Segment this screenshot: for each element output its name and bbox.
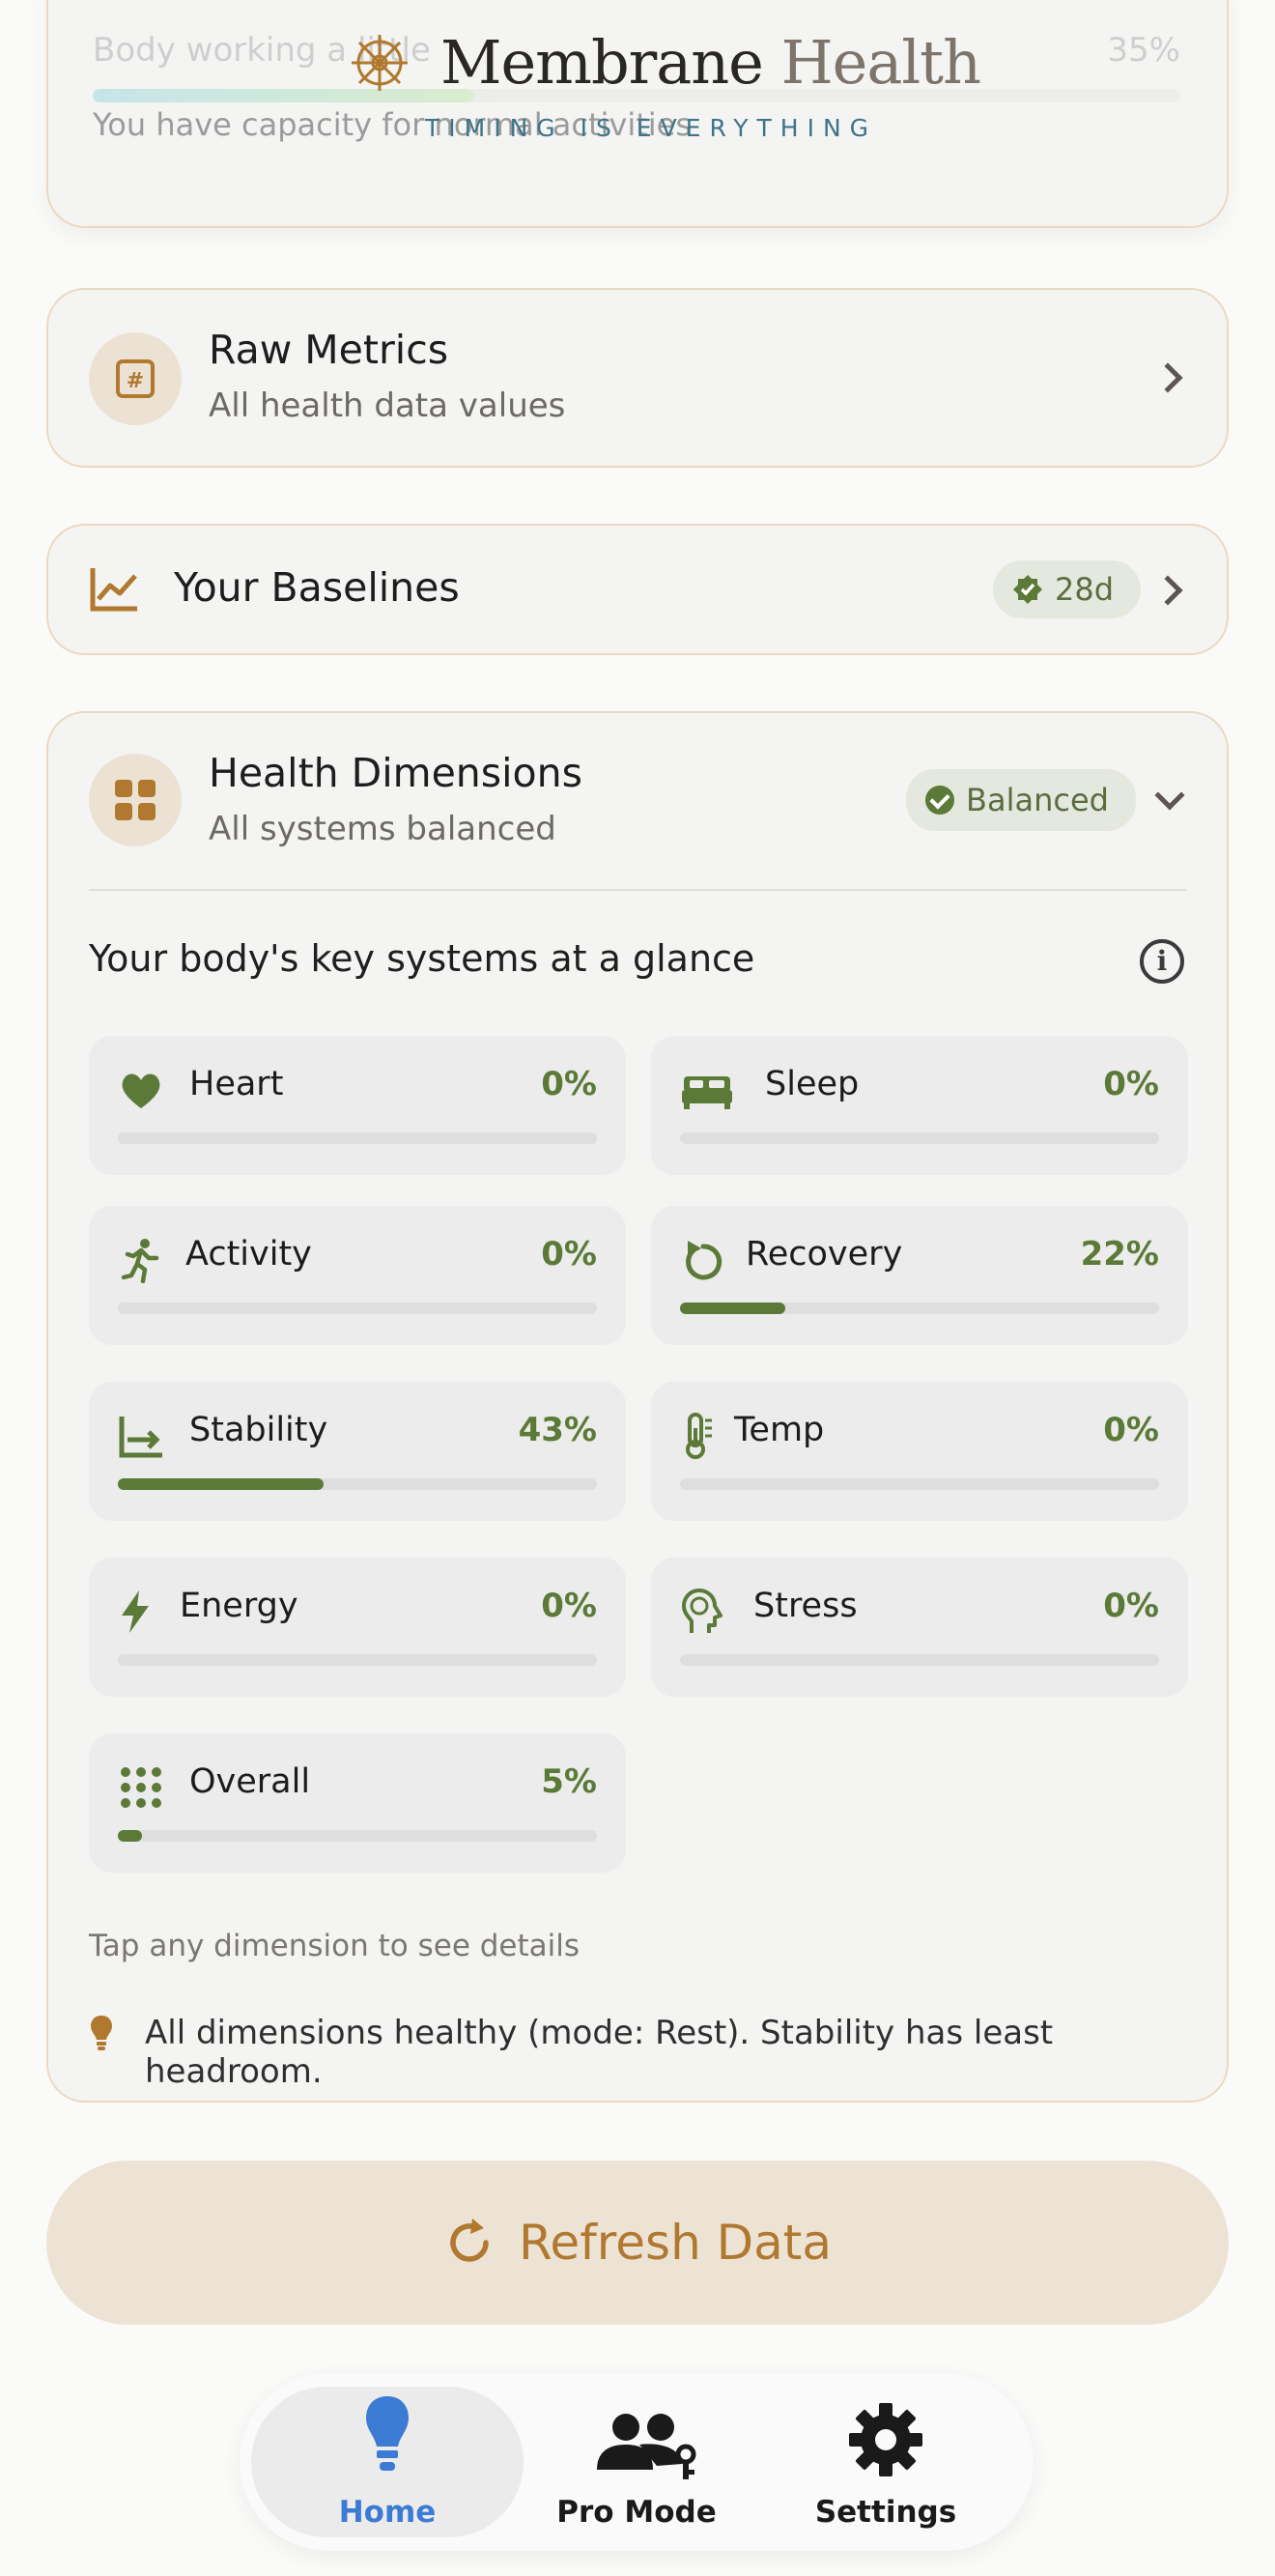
brand-name-main: Membrane <box>440 27 764 98</box>
health-dimensions-card: Health Dimensions All systems balanced B… <box>46 711 1229 2103</box>
dimension-value: 0% <box>1103 1065 1159 1103</box>
dimension-value: 0% <box>1103 1587 1159 1625</box>
chevron-right-icon <box>1152 362 1183 393</box>
dimension-tile-heart[interactable]: Heart 0% <box>89 1036 626 1175</box>
stability-icon <box>119 1417 162 1458</box>
dimension-label: Overall <box>189 1762 311 1801</box>
dimension-progress <box>118 1132 597 1144</box>
dimension-tile-overall[interactable]: Overall 5% <box>89 1733 626 1873</box>
brand-tagline: TIMING IS EVERYTHING <box>425 114 878 142</box>
gear-icon <box>849 2403 922 2476</box>
dimension-tile-recovery[interactable]: Recovery 22% <box>651 1206 1188 1345</box>
dimension-label: Sleep <box>765 1065 860 1103</box>
dimension-progress <box>118 1654 597 1666</box>
dimension-value: 0% <box>541 1065 597 1103</box>
brain-head-icon <box>682 1589 722 1633</box>
heart-icon <box>122 1073 160 1108</box>
grid-dots-icon <box>121 1767 161 1808</box>
dimension-progress <box>680 1132 1159 1144</box>
dimension-tile-stability[interactable]: Stability 43% <box>89 1382 626 1521</box>
dimension-value: 22% <box>1080 1235 1159 1274</box>
dimension-progress <box>118 1830 597 1842</box>
dimension-progress-fill <box>680 1302 786 1314</box>
dimension-tile-temp[interactable]: Temp 0% <box>651 1382 1188 1521</box>
dimension-label: Heart <box>189 1065 284 1103</box>
nav-label: Settings <box>814 2495 957 2530</box>
dimension-value: 5% <box>541 1762 597 1801</box>
dimension-label: Recovery <box>746 1235 903 1274</box>
dimensions-status-badge: Balanced <box>906 769 1136 831</box>
dimensions-status-label: Balanced <box>966 782 1109 818</box>
chevron-down-icon[interactable] <box>1154 780 1185 811</box>
brand-name: Membrane Health <box>440 27 981 98</box>
thermometer-icon <box>686 1413 712 1459</box>
running-icon <box>121 1239 159 1283</box>
lightning-icon <box>122 1590 149 1633</box>
dimensions-icon-circle <box>89 754 182 846</box>
raw-metrics-subtitle: All health data values <box>209 386 566 425</box>
section-divider <box>89 889 1186 891</box>
svg-text:#: # <box>127 369 144 393</box>
refresh-data-button[interactable]: Refresh Data <box>46 2161 1229 2325</box>
dimensions-tip: All dimensions healthy (mode: Rest). Sta… <box>145 2014 1054 2091</box>
raw-metrics-icon-circle: # <box>89 332 182 425</box>
dimension-label: Temp <box>734 1411 825 1449</box>
trend-chart-icon <box>90 568 137 612</box>
baselines-badge: 28d <box>993 560 1142 618</box>
brand-header: Membrane Health <box>348 27 981 98</box>
dimension-progress <box>118 1302 597 1314</box>
nav-pro-mode[interactable]: Pro Mode <box>500 2387 773 2537</box>
dimension-progress <box>680 1478 1159 1490</box>
dimension-value: 0% <box>541 1235 597 1274</box>
bottom-nav: Home Pro Mode Settings <box>240 2373 1034 2551</box>
dimension-progress <box>118 1478 597 1490</box>
dimension-label: Energy <box>180 1587 298 1625</box>
lightbulb-icon <box>91 2016 112 2050</box>
info-icon[interactable]: i <box>1140 939 1184 984</box>
dimension-label: Stress <box>753 1587 858 1625</box>
rotate-icon <box>686 1241 722 1280</box>
refresh-icon <box>450 2218 489 2262</box>
grid-icon <box>115 780 156 820</box>
refresh-label: Refresh Data <box>518 2215 833 2271</box>
dimensions-subtitle: All systems balanced <box>209 810 556 848</box>
bulb-icon <box>366 2396 409 2471</box>
raw-metrics-card[interactable]: # Raw Metrics All health data values <box>46 288 1229 468</box>
baselines-title: Your Baselines <box>174 564 460 611</box>
dimension-progress-fill <box>118 1830 142 1842</box>
dimension-value: 0% <box>1103 1411 1159 1449</box>
raw-metrics-title: Raw Metrics <box>209 327 449 373</box>
nav-home[interactable]: Home <box>251 2387 524 2537</box>
hash-icon: # <box>116 359 155 398</box>
verified-badge-icon <box>1013 575 1042 604</box>
dimensions-title: Health Dimensions <box>209 750 582 796</box>
chevron-right-icon <box>1152 575 1183 606</box>
dimension-label: Stability <box>189 1411 328 1449</box>
nav-settings[interactable]: Settings <box>750 2387 1022 2537</box>
baselines-badge-label: 28d <box>1055 571 1115 608</box>
dimension-value: 43% <box>518 1411 597 1449</box>
dimension-progress <box>680 1302 1159 1314</box>
dimension-progress <box>680 1654 1159 1666</box>
dimension-label: Activity <box>185 1235 312 1274</box>
dimensions-hint: Tap any dimension to see details <box>89 1929 581 1963</box>
dimension-tile-sleep[interactable]: Sleep 0% <box>651 1036 1188 1175</box>
dimension-tile-energy[interactable]: Energy 0% <box>89 1558 626 1697</box>
bed-icon <box>682 1076 732 1109</box>
nav-label: Home <box>338 2495 437 2530</box>
check-circle-icon <box>925 786 954 815</box>
summary-percent: 35% <box>1107 31 1180 70</box>
users-key-icon <box>597 2414 696 2479</box>
dimension-progress-fill <box>118 1478 325 1490</box>
dimension-tile-activity[interactable]: Activity 0% <box>89 1206 626 1345</box>
dimension-value: 0% <box>541 1587 597 1625</box>
nav-label: Pro Mode <box>556 2495 717 2530</box>
dimensions-glance-text: Your body's key systems at a glance <box>89 937 755 980</box>
ship-wheel-icon <box>352 34 408 91</box>
dimension-tile-stress[interactable]: Stress 0% <box>651 1558 1188 1697</box>
baselines-card[interactable]: Your Baselines 28d <box>46 524 1229 655</box>
brand-name-light: Health <box>780 27 981 98</box>
